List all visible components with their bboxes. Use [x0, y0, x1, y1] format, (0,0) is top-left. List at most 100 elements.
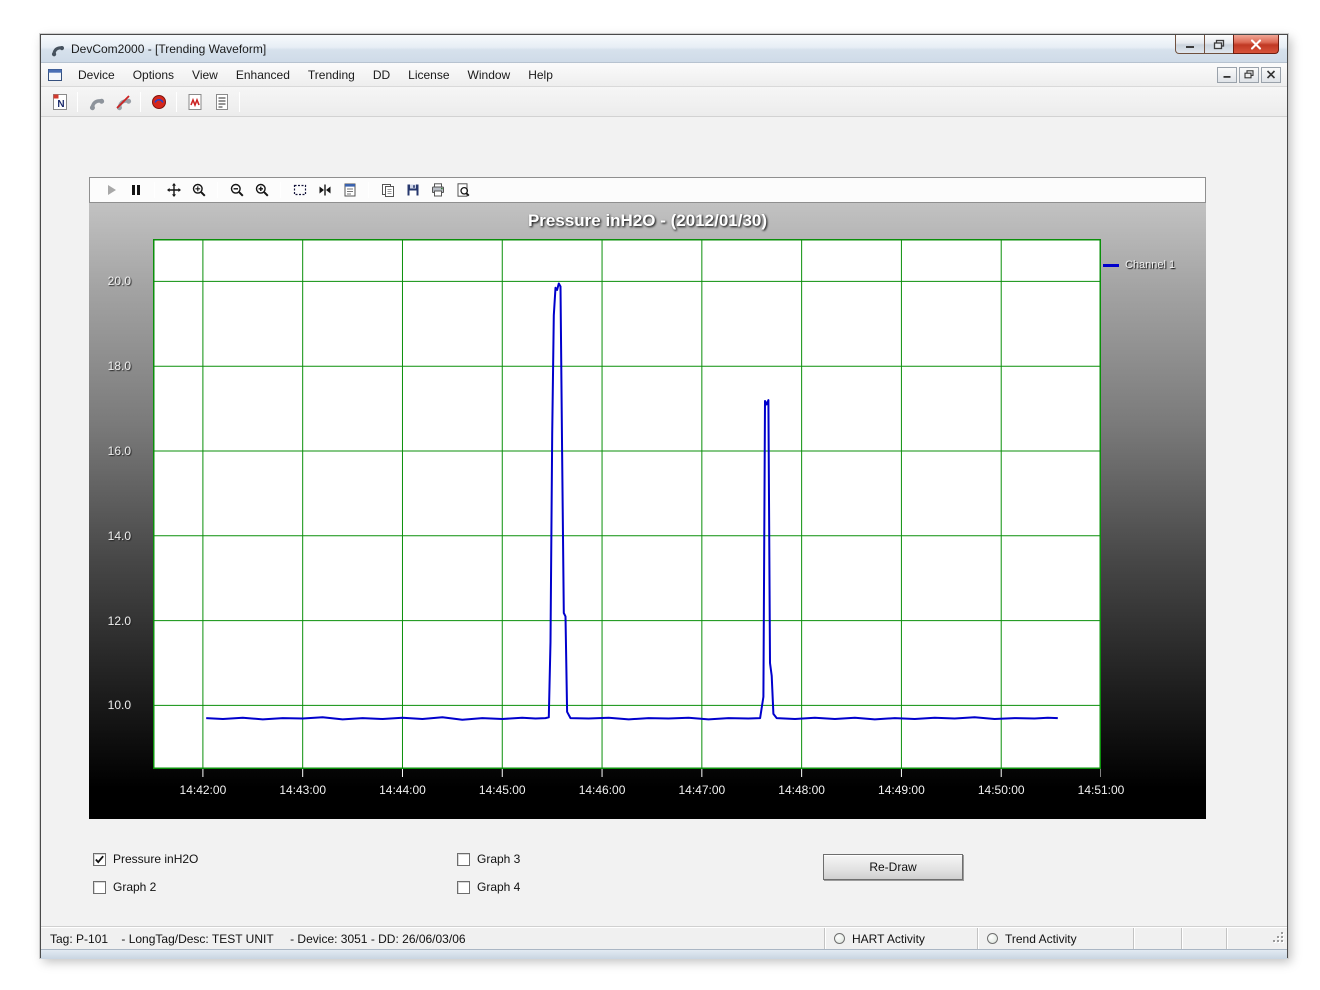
play-icon[interactable] — [98, 180, 123, 201]
trending-chart-control: Pressure inH2O - (2012/01/30) 10.0 12.0 14… — [89, 177, 1206, 819]
toolbar-separator — [77, 92, 78, 112]
pan-icon[interactable] — [161, 180, 186, 201]
x-tick-label: 14:44:00 — [366, 783, 438, 797]
menu-item-device[interactable]: Device — [69, 64, 124, 86]
mdi-child-window-icon[interactable] — [47, 68, 63, 82]
resize-grip[interactable] — [1272, 931, 1285, 947]
x-tick-label: 14:42:00 — [167, 783, 239, 797]
x-tick-label: 14:48:00 — [766, 783, 838, 797]
checkbox-unchecked-box[interactable] — [457, 853, 470, 866]
checkbox-unchecked-box[interactable] — [457, 881, 470, 894]
checkbox-graph-2[interactable]: Graph 2 — [93, 880, 156, 894]
minimize-button[interactable] — [1175, 35, 1205, 54]
zoom-out-icon[interactable] — [224, 180, 249, 201]
menu-item-enhanced[interactable]: Enhanced — [227, 64, 299, 86]
menubar: DeviceOptionsViewEnhancedTrendingDDLicen… — [41, 63, 1287, 87]
legend-label: Channel 1 — [1125, 259, 1175, 271]
zoom-in-icon[interactable] — [249, 180, 274, 201]
chart-toolbar-separator — [217, 182, 218, 198]
device-info-status: Tag: P-101 - LongTag/Desc: TEST UNIT - D… — [41, 928, 824, 949]
checkbox-label: Graph 4 — [477, 880, 520, 894]
phone-disconnect-icon[interactable] — [109, 89, 136, 114]
checkbox-label: Graph 3 — [477, 852, 520, 866]
menu-item-window[interactable]: Window — [459, 64, 520, 86]
hart-activity-label: HART Activity — [852, 932, 925, 946]
x-tick-label: 14:49:00 — [865, 783, 937, 797]
close-button[interactable] — [1233, 35, 1279, 54]
new-document-n-icon[interactable]: N — [46, 89, 73, 114]
x-tick-label: 14:45:00 — [466, 783, 538, 797]
save-icon[interactable] — [400, 180, 425, 201]
app-phone-icon — [49, 41, 65, 57]
y-tick-label: 18.0 — [91, 359, 131, 373]
status-panel-empty-1 — [1133, 928, 1181, 949]
trend-activity-panel: Trend Activity — [977, 928, 1133, 949]
svg-text:N: N — [57, 99, 64, 110]
checkbox-graph-4[interactable]: Graph 4 — [457, 880, 520, 894]
status-panel-empty-3 — [1226, 928, 1287, 949]
toolbar-separator — [239, 92, 240, 112]
checkbox-label: Pressure inH2O — [113, 852, 198, 866]
chart-toolbar — [89, 177, 1206, 203]
zoom-drag-icon[interactable] — [186, 180, 211, 201]
phone-connect-icon[interactable] — [82, 89, 109, 114]
redraw-button[interactable]: Re-Draw — [823, 854, 963, 880]
chart-toolbar-separator — [154, 182, 155, 198]
x-tick-label: 14:51:00 — [1065, 783, 1137, 797]
hart-alarm-icon[interactable] — [145, 89, 172, 114]
menu-item-view[interactable]: View — [183, 64, 227, 86]
cursor-tool-icon[interactable] — [312, 180, 337, 201]
titlebar: DevCom2000 - [Trending Waveform] — [41, 35, 1287, 63]
x-tick-label: 14:47:00 — [666, 783, 738, 797]
copy-icon[interactable] — [375, 180, 400, 201]
chart-toolbar-separator — [280, 182, 281, 198]
checkbox-unchecked-box[interactable] — [93, 881, 106, 894]
y-tick-label: 16.0 — [91, 444, 131, 458]
menu-item-trending[interactable]: Trending — [299, 64, 364, 86]
chart-legend: Channel 1 — [1103, 259, 1175, 271]
menu-item-dd[interactable]: DD — [364, 64, 399, 86]
checkbox-graph-3[interactable]: Graph 3 — [457, 852, 520, 866]
checkbox-label: Graph 2 — [113, 880, 156, 894]
legend-line-swatch — [1103, 264, 1119, 267]
print-preview-icon[interactable] — [450, 180, 475, 201]
dd-waveform-document-icon[interactable] — [181, 89, 208, 114]
menu-item-help[interactable]: Help — [519, 64, 562, 86]
checkbox-checked-box[interactable] — [93, 853, 106, 866]
app-window: DevCom2000 - [Trending Waveform] — [40, 34, 1288, 958]
menu-item-list: DeviceOptionsViewEnhancedTrendingDDLicen… — [69, 64, 562, 86]
report-document-icon[interactable] — [208, 89, 235, 114]
mdi-minimize-button[interactable] — [1217, 67, 1237, 83]
menu-item-options[interactable]: Options — [124, 64, 183, 86]
chart-toolbar-separator — [368, 182, 369, 198]
y-tick-label: 12.0 — [91, 614, 131, 628]
hart-activity-panel: HART Activity — [824, 928, 977, 949]
status-bar: Tag: P-101 - LongTag/Desc: TEST UNIT - D… — [41, 927, 1287, 949]
y-tick-label: 10.0 — [91, 698, 131, 712]
restore-button[interactable] — [1205, 35, 1233, 54]
select-region-icon[interactable] — [287, 180, 312, 201]
trend-activity-label: Trend Activity — [1005, 932, 1077, 946]
status-panel-empty-2 — [1181, 928, 1226, 949]
x-tick-label: 14:46:00 — [566, 783, 638, 797]
print-icon[interactable] — [425, 180, 450, 201]
y-tick-label: 20.0 — [91, 274, 131, 288]
pause-icon[interactable] — [123, 180, 148, 201]
toolbar-separator — [140, 92, 141, 112]
y-axis-labels: 10.0 12.0 14.0 16.0 18.0 20.0 — [89, 239, 145, 769]
checkbox-pressure-inh2o[interactable]: Pressure inH2O — [93, 852, 198, 866]
window-bottom-frame — [41, 949, 1287, 959]
properties-icon[interactable] — [337, 180, 362, 201]
x-tick-label: 14:43:00 — [267, 783, 339, 797]
chart-area: Pressure inH2O - (2012/01/30) 10.0 12.0 14… — [89, 203, 1206, 819]
waveform-plot[interactable] — [153, 239, 1101, 779]
mdi-close-button[interactable] — [1261, 67, 1281, 83]
trend-activity-led — [987, 933, 998, 944]
mdi-restore-button[interactable] — [1239, 67, 1259, 83]
y-tick-label: 14.0 — [91, 529, 131, 543]
hart-activity-led — [834, 933, 845, 944]
toolbar-separator — [176, 92, 177, 112]
desktop: DevCom2000 - [Trending Waveform] — [0, 0, 1320, 990]
chart-title: Pressure inH2O - (2012/01/30) — [89, 211, 1206, 231]
menu-item-license[interactable]: License — [399, 64, 458, 86]
